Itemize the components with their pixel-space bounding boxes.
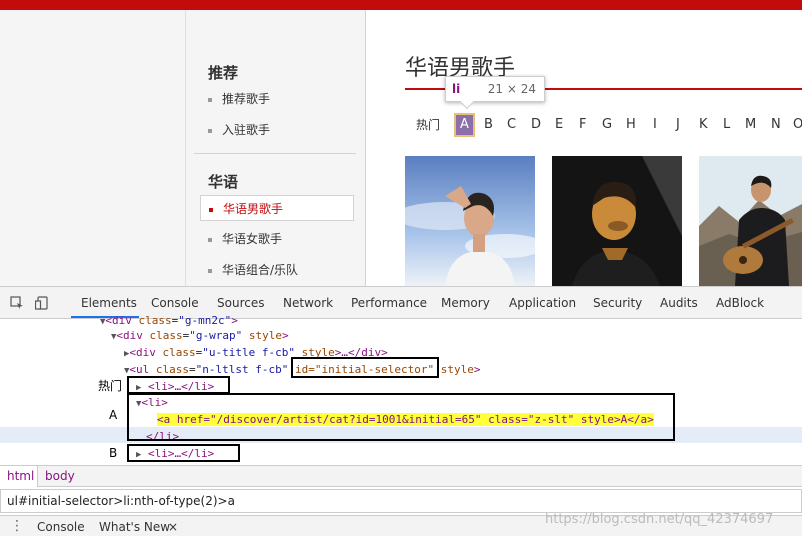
drawer-menu-icon[interactable]: ⋮ — [10, 518, 24, 534]
letter-g[interactable]: G — [602, 114, 612, 136]
tab-performance[interactable]: Performance — [351, 296, 427, 310]
annotation-label-b: B — [109, 446, 118, 460]
annotation-box-id — [291, 357, 439, 378]
tab-sources[interactable]: Sources — [217, 296, 264, 310]
tab-network[interactable]: Network — [283, 296, 333, 310]
sidebar-item-chinese-male[interactable]: 华语男歌手 — [200, 195, 354, 221]
letter-hot[interactable]: 热门 — [416, 114, 440, 136]
letter-a-selected[interactable]: A — [454, 113, 475, 137]
artist-sidebar: 推荐 推荐歌手 入驻歌手 华语 华语男歌手 华语女歌手 华语组合/乐队 — [186, 10, 366, 286]
letter-i[interactable]: I — [653, 114, 657, 136]
annotation-box-a — [127, 393, 675, 441]
tab-adblock[interactable]: AdBlock — [716, 296, 764, 310]
letter-e[interactable]: E — [555, 114, 563, 136]
letter-o[interactable]: O — [793, 114, 802, 136]
selector-search-input[interactable]: ul#initial-selector>li:nth-of-type(2)>a — [0, 489, 802, 513]
breadcrumb: html body — [0, 465, 802, 487]
letter-c[interactable]: C — [507, 114, 516, 136]
artist-content: 华语男歌手 li 21 × 24 热门 A B C D E F G H I J … — [367, 10, 802, 286]
letter-k[interactable]: K — [699, 114, 708, 136]
letter-j[interactable]: J — [676, 114, 680, 136]
annotation-box-b — [127, 444, 240, 462]
letter-d[interactable]: D — [531, 114, 541, 136]
sidebar-item-chinese-band[interactable]: 华语组合/乐队 — [200, 257, 354, 283]
drawer-tab-console[interactable]: Console — [37, 520, 85, 534]
tab-elements[interactable]: Elements — [81, 296, 137, 310]
artist-photo-3[interactable] — [699, 156, 802, 286]
watermark: https://blog.csdn.net/qq_42374697 — [545, 512, 774, 527]
tab-security[interactable]: Security — [593, 296, 642, 310]
letter-l[interactable]: L — [723, 114, 730, 136]
artist-photo-1[interactable] — [405, 156, 535, 286]
sidebar-item-resident-artists[interactable]: 入驻歌手 — [200, 117, 354, 143]
inspect-element-icon[interactable] — [10, 296, 24, 310]
elements-tree: ▼<div class="g-mn2c"> ▼<div class="g-wra… — [0, 314, 802, 465]
tooltip-arrow — [459, 94, 475, 110]
close-icon[interactable]: × — [168, 520, 178, 534]
tab-memory[interactable]: Memory — [441, 296, 490, 310]
tooltip-tag: li — [452, 82, 461, 96]
tab-audits[interactable]: Audits — [660, 296, 698, 310]
breadcrumb-body[interactable]: body — [45, 469, 75, 483]
letter-h[interactable]: H — [626, 114, 636, 136]
devtools-panel: Elements Console Sources Network Perform… — [0, 286, 802, 536]
sidebar-group-recommend-title: 推荐 — [208, 64, 239, 82]
annotation-box-hot — [127, 376, 230, 394]
letter-b[interactable]: B — [484, 114, 493, 136]
tree-line-g-wrap[interactable]: ▼<div class="g-wrap" style> — [111, 328, 289, 345]
letter-n[interactable]: N — [771, 114, 781, 136]
sidebar-group-chinese-title: 华语 — [208, 173, 239, 191]
sidebar-item-recommended-artists[interactable]: 推荐歌手 — [200, 86, 354, 112]
tooltip-size: 21 × 24 — [487, 82, 536, 96]
breadcrumb-html[interactable]: html — [0, 466, 38, 487]
sidebar-item-chinese-female[interactable]: 华语女歌手 — [200, 226, 354, 252]
letter-f[interactable]: F — [579, 114, 586, 136]
annotation-label-a: A — [109, 408, 118, 422]
site-header-bar — [0, 0, 802, 10]
annotation-label-hot: 热门 — [98, 379, 123, 393]
drawer-tab-whats-new[interactable]: What's New — [99, 520, 170, 534]
tab-application[interactable]: Application — [509, 296, 576, 310]
letter-m[interactable]: M — [745, 114, 756, 136]
sidebar-divider — [194, 153, 356, 154]
artist-photo-2[interactable] — [552, 156, 682, 286]
tab-console[interactable]: Console — [151, 296, 199, 310]
device-toolbar-icon[interactable] — [34, 296, 49, 310]
inspect-tooltip: li 21 × 24 — [445, 76, 545, 110]
page-left-background — [0, 10, 186, 286]
